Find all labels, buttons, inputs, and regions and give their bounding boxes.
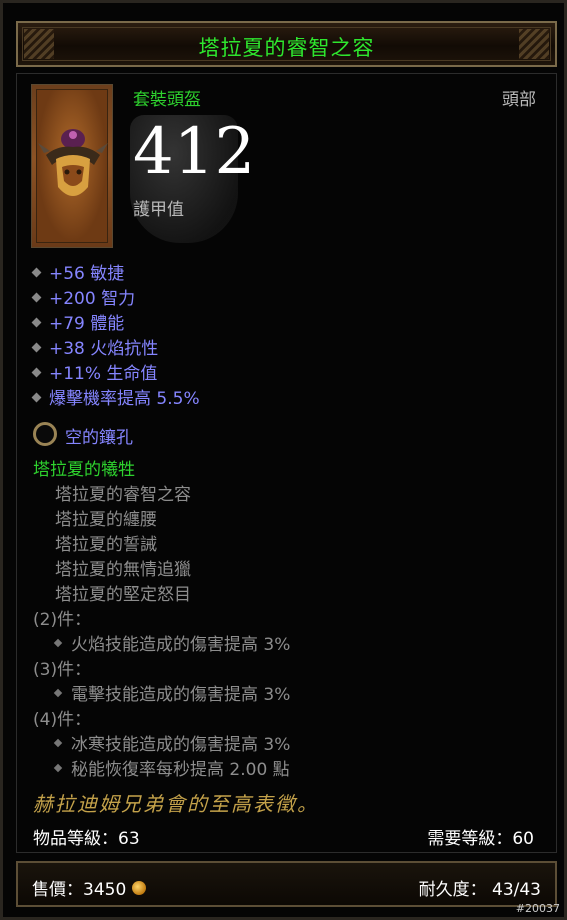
stat-text: 爆擊機率提高 5.5% bbox=[49, 389, 200, 409]
bonus-text: 火焰技能造成的傷害提高 3% bbox=[71, 635, 291, 655]
set-bonus-line: 冰寒技能造成的傷害提高 3% bbox=[53, 730, 291, 755]
set-piece: 塔拉夏的堅定怒目 bbox=[55, 585, 191, 605]
stat-line: +200 智力 bbox=[31, 288, 136, 310]
set-piece: 塔拉夏的誓誡 bbox=[55, 535, 157, 555]
armor-label: 護甲值 bbox=[133, 200, 184, 220]
stat-text: +200 智力 bbox=[49, 289, 136, 309]
stat-line: +11% 生命值 bbox=[31, 363, 158, 385]
set-bonus-3-heading: (3)件： bbox=[33, 660, 92, 680]
set-bonus-line: 火焰技能造成的傷害提高 3% bbox=[53, 630, 291, 655]
set-bonus-line: 秘能恢復率每秒提高 2.00 點 bbox=[53, 755, 290, 780]
diamond-bullet-icon bbox=[31, 367, 42, 377]
diamond-bullet-icon bbox=[31, 342, 42, 352]
stat-text: +79 體能 bbox=[49, 314, 125, 334]
diamond-bullet-icon bbox=[31, 267, 42, 277]
diamond-bullet-icon bbox=[31, 292, 42, 302]
title-bar: 塔拉夏的睿智之容 bbox=[16, 21, 557, 67]
tooltip-footer: 售價：3450 耐久度： 43/43 bbox=[16, 861, 557, 907]
tag-id: #20037 bbox=[515, 902, 560, 915]
stat-line: 爆擊機率提高 5.5% bbox=[31, 388, 200, 410]
sell-price-text: 售價：3450 bbox=[32, 880, 127, 900]
sell-price: 售價：3450 bbox=[32, 875, 147, 900]
stat-line: +38 火焰抗性 bbox=[31, 338, 159, 360]
diamond-bullet-icon bbox=[53, 738, 63, 748]
stat-text: +11% 生命值 bbox=[49, 364, 158, 384]
bonus-text: 冰寒技能造成的傷害提高 3% bbox=[71, 735, 291, 755]
flavor-text: 赫拉迪姆兄弟會的至高表徵。 bbox=[33, 792, 319, 816]
stat-text: +38 火焰抗性 bbox=[49, 339, 159, 359]
set-bonus-4-heading: (4)件： bbox=[33, 710, 92, 730]
set-piece: 塔拉夏的睿智之容 bbox=[55, 485, 191, 505]
set-piece: 塔拉夏的纏腰 bbox=[55, 510, 157, 530]
diamond-bullet-icon bbox=[53, 688, 63, 698]
set-piece: 塔拉夏的無情追獵 bbox=[55, 560, 191, 580]
set-name: 塔拉夏的犧牲 bbox=[33, 460, 135, 480]
socket-label: 空的鑲孔 bbox=[65, 428, 133, 448]
bonus-text: 電擊技能造成的傷害提高 3% bbox=[71, 685, 291, 705]
item-tooltip: 塔拉夏的睿智之容 套裝頭盔 頭部 412 護甲值 +56 敏捷 +200 智力 … bbox=[0, 0, 567, 920]
diamond-bullet-icon bbox=[31, 392, 42, 402]
stat-line: +56 敏捷 bbox=[31, 263, 125, 285]
helm-icon bbox=[38, 129, 108, 196]
required-level: 需要等級：60 bbox=[427, 829, 534, 849]
armor-value: 412 bbox=[133, 115, 256, 189]
item-name: 塔拉夏的睿智之容 bbox=[198, 36, 375, 60]
diamond-bullet-icon bbox=[31, 317, 42, 327]
socket-icon bbox=[33, 422, 57, 446]
item-type: 套裝頭盔 bbox=[133, 90, 201, 110]
diamond-bullet-icon bbox=[53, 763, 63, 773]
durability: 耐久度： 43/43 bbox=[418, 880, 541, 900]
item-slot: 頭部 bbox=[502, 90, 536, 110]
bonus-text: 秘能恢復率每秒提高 2.00 點 bbox=[71, 760, 290, 780]
gold-coin-icon bbox=[132, 881, 147, 895]
stat-line: +79 體能 bbox=[31, 313, 125, 335]
set-bonus-2-heading: (2)件： bbox=[33, 610, 92, 630]
stat-text: +56 敏捷 bbox=[49, 264, 125, 284]
item-portrait bbox=[31, 84, 113, 248]
diamond-bullet-icon bbox=[53, 638, 63, 648]
item-level: 物品等級：63 bbox=[33, 829, 140, 849]
set-bonus-line: 電擊技能造成的傷害提高 3% bbox=[53, 680, 291, 705]
